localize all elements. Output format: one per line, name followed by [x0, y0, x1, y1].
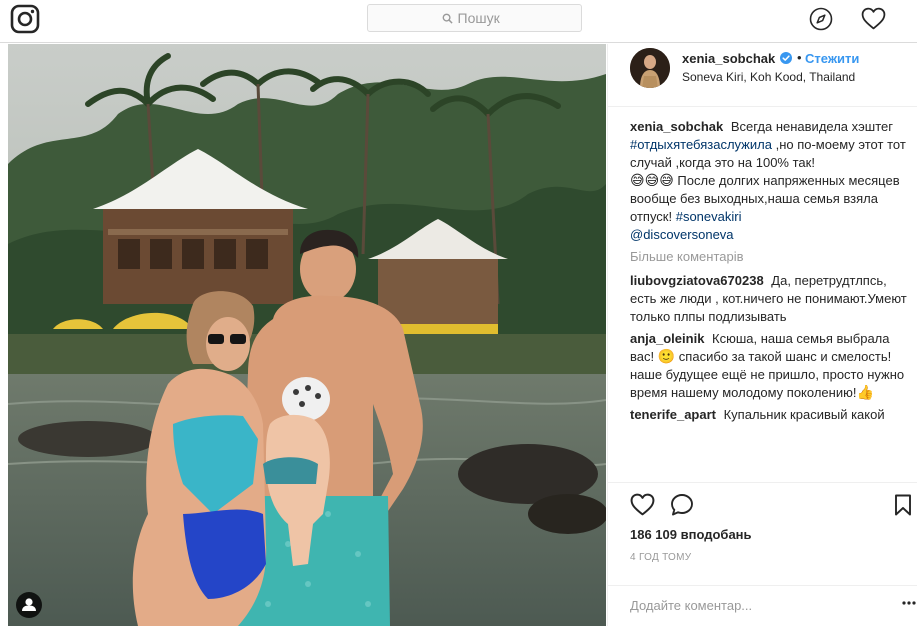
- caption-emoji: 😅😅😅: [630, 173, 674, 189]
- search-input[interactable]: [457, 10, 508, 26]
- caption-username[interactable]: xenia_sobchak: [630, 119, 723, 134]
- caption-text: Всегда ненавидела хэштег: [730, 119, 893, 134]
- person-icon: [22, 598, 36, 611]
- avatar[interactable]: [630, 48, 670, 88]
- comment-emoji: 🙂: [657, 349, 676, 365]
- compass-icon[interactable]: [809, 7, 833, 31]
- verified-badge-icon: [780, 52, 792, 64]
- comment-item: liubovgziatova670238 Да, перетрудтлпсь, …: [630, 272, 908, 326]
- comments-list: xenia_sobchak Всегда ненавидела хэштег #…: [630, 118, 908, 482]
- comment-text: Купальник красивый какой: [723, 407, 885, 422]
- follow-button[interactable]: Стежити: [805, 51, 859, 66]
- person-tag-icon[interactable]: [16, 592, 42, 618]
- comment-bubble-icon[interactable]: [670, 493, 694, 517]
- heart-icon[interactable]: [861, 7, 886, 30]
- instagram-logo-icon[interactable]: [10, 4, 40, 34]
- hashtag-link[interactable]: #sonevakiri: [676, 209, 742, 224]
- bookmark-icon[interactable]: [894, 494, 912, 516]
- mention-link[interactable]: @discoversoneva: [630, 227, 734, 242]
- post-header: xenia_sobchak • Стежити Soneva Kiri, Koh…: [608, 44, 917, 107]
- top-navigation-bar: [0, 0, 917, 43]
- comment-username[interactable]: anja_oleinik: [630, 331, 704, 346]
- separator-dot: •: [797, 50, 802, 65]
- comment-username[interactable]: liubovgziatova670238: [630, 273, 764, 288]
- post-location[interactable]: Soneva Kiri, Koh Kood, Thailand: [682, 70, 855, 84]
- search-icon: [442, 13, 453, 24]
- likes-count[interactable]: 186 109 вподобань: [630, 527, 752, 542]
- comment-input[interactable]: [630, 598, 880, 613]
- search-box[interactable]: [367, 4, 582, 32]
- comment-item: tenerife_apart Купальник красивый какой: [630, 406, 908, 424]
- heart-icon[interactable]: [630, 493, 655, 516]
- post-side-panel: xenia_sobchak • Стежити Soneva Kiri, Koh…: [607, 44, 917, 626]
- ellipsis-icon[interactable]: [902, 601, 916, 605]
- post-timestamp[interactable]: 4 ГОД ТОМУ: [630, 552, 691, 563]
- hashtag-link[interactable]: #отдыхятебязаслужила: [630, 137, 772, 152]
- post-actions: 186 109 вподобань 4 ГОД ТОМУ: [608, 482, 917, 627]
- avatar-image: [630, 48, 670, 88]
- comment-username[interactable]: tenerife_apart: [630, 407, 716, 422]
- add-comment-section: [608, 585, 917, 628]
- post-photo-image: [8, 44, 606, 626]
- comment-emoji: 👍: [856, 385, 874, 401]
- load-more-comments-button[interactable]: Більше коментарів: [630, 248, 908, 266]
- comment-item: anja_oleinik Ксюша, наша семья выбрала в…: [630, 330, 908, 402]
- post-username[interactable]: xenia_sobchak: [682, 51, 775, 66]
- caption: xenia_sobchak Всегда ненавидела хэштег #…: [630, 118, 908, 244]
- post-photo[interactable]: [8, 44, 606, 626]
